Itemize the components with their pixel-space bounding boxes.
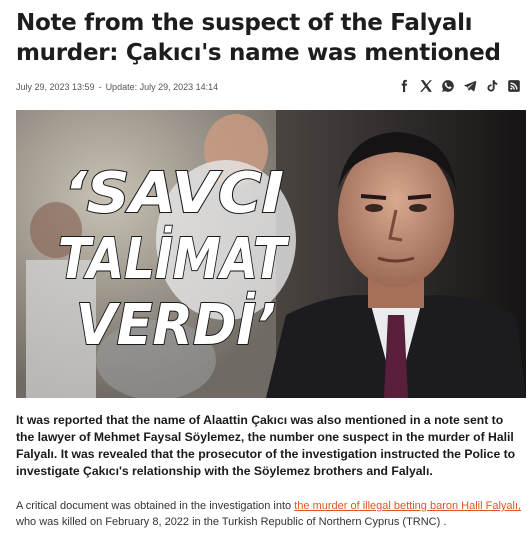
hero-headline-line-3: VERDİ’ [76,293,276,358]
article-title: Note from the suspect of the Falyalı mur… [16,10,501,66]
tiktok-icon[interactable] [484,78,500,94]
share-bar [396,78,522,94]
article-paragraph: A critical document was obtained in the … [16,498,524,530]
hero-headline-line-1: ‘SAVCI [64,161,284,226]
hero-illustration: ‘SAVCI TALİMAT VERDİ’ [16,110,526,398]
x-icon[interactable] [418,78,434,94]
article-meta: July 29, 2023 13:59- Update: July 29, 202… [16,82,218,92]
paragraph-text-before: A critical document was obtained in the … [16,500,295,512]
rss-icon[interactable] [506,78,522,94]
hero-headline-line-2: TALİMAT [58,227,289,292]
telegram-icon[interactable] [462,78,478,94]
publish-date: July 29, 2023 13:59 [16,82,95,92]
facebook-icon[interactable] [396,78,412,94]
related-article-link[interactable]: the murder of illegal betting baron Hali… [294,500,521,512]
hero-image: ‘SAVCI TALİMAT VERDİ’ [16,110,526,398]
article-lead: It was reported that the name of Alaatti… [16,413,516,478]
meta-separator: - [98,82,102,92]
update-date: Update: July 29, 2023 14:14 [105,82,219,92]
paragraph-text-after: who was killed on February 8, 2022 in th… [16,516,447,528]
whatsapp-icon[interactable] [440,78,456,94]
